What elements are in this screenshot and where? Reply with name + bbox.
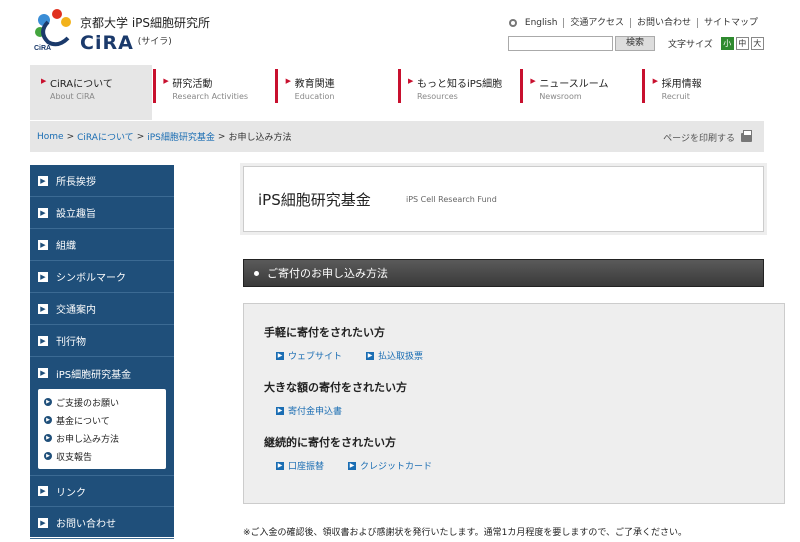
- sidebar-item-contact[interactable]: ▶ お問い合わせ: [30, 507, 174, 539]
- group-title-large: 大きな額の寄付をされたい方: [264, 381, 407, 394]
- sidebar: ▶ 所長挨拶 ▶ 設立趣旨 ▶ 組織 ▶ シンボルマーク ▶ 交通案内 ▶ 刊行物 ▶ iPS…: [30, 165, 174, 539]
- org-name-en: CiRA (サイラ): [80, 32, 172, 54]
- main-nav: ▶ CiRAについて About CiRA ▶ 研究活動 Research Activi…: [30, 65, 764, 120]
- link-website[interactable]: ▶ ウェブサイト: [276, 349, 342, 362]
- breadcrumb: Home > CiRAについて > iPS細胞研究基金 > お申し込み方法 ペー…: [30, 121, 764, 152]
- page-title: iPS細胞研究基金: [258, 191, 371, 209]
- contact-link[interactable]: お問い合わせ: [629, 18, 697, 28]
- sidebar-submenu: ▶ ご支援のお願い ▶ 基金について ▶ お申し込み方法 ▶ 収支報告: [38, 389, 166, 469]
- sidebar-subitem-support[interactable]: ▶ ご支援のお願い: [44, 393, 166, 411]
- utility-nav: English 交通アクセス お問い合わせ サイトマップ: [503, 18, 764, 28]
- print-page-button[interactable]: ページを印刷する: [663, 130, 752, 144]
- group-title-easy: 手軽に寄付をされたい方: [264, 326, 385, 339]
- group-links-easy: ▶ ウェブサイト ▶ 払込取扱票: [276, 349, 447, 362]
- arrow-right-icon: ▶: [38, 335, 48, 346]
- org-kana: (サイラ): [137, 37, 172, 47]
- breadcrumb-current: お申し込み方法: [228, 133, 292, 143]
- font-size-small-button[interactable]: 小: [720, 37, 734, 50]
- arrow-right-icon: ▶: [163, 77, 169, 85]
- arrow-right-icon: ▶: [44, 416, 52, 424]
- nav-about[interactable]: ▶ CiRAについて About CiRA: [30, 65, 156, 120]
- receipt-note: ※ご入金の確認後、領収書および感謝状を発行いたします。通常1カ月程度を要しますの…: [243, 528, 688, 538]
- group-links-continuous: ▶ 口座振替 ▶ クレジットカード: [276, 459, 456, 472]
- breadcrumb-about[interactable]: CiRAについて: [77, 130, 134, 143]
- group-title-continuous: 継続的に寄付をされたい方: [264, 436, 396, 449]
- arrow-right-icon: ▶: [276, 461, 284, 470]
- breadcrumb-home[interactable]: Home: [37, 132, 64, 142]
- arrow-right-icon: ▶: [38, 271, 48, 282]
- sidebar-subitem-report[interactable]: ▶ 収支報告: [44, 447, 166, 465]
- org-name-jp: 京都大学 iPS細胞研究所: [80, 16, 211, 30]
- sidebar-item-access[interactable]: ▶ 交通案内: [30, 293, 174, 325]
- arrow-right-icon: ▶: [38, 368, 48, 378]
- sidebar-item-purpose[interactable]: ▶ 設立趣旨: [30, 197, 174, 229]
- font-size-medium-button[interactable]: 中: [735, 37, 749, 50]
- arrow-right-icon: ▶: [38, 207, 48, 218]
- font-size-switcher: 文字サイズ 小 中 大: [668, 37, 764, 50]
- nav-newsroom[interactable]: ▶ ニュースルーム Newsroom: [519, 65, 646, 120]
- group-links-large: ▶ 寄付金申込書: [276, 404, 366, 417]
- nav-education[interactable]: ▶ 教育関連 Education: [275, 65, 401, 120]
- arrow-right-icon: ▶: [41, 77, 47, 85]
- sidebar-subitem-about-fund[interactable]: ▶ 基金について: [44, 411, 166, 429]
- english-link[interactable]: English: [503, 18, 564, 28]
- arrow-right-icon: ▶: [652, 77, 659, 85]
- arrow-right-icon: ▶: [38, 517, 48, 528]
- globe-icon: [508, 19, 517, 27]
- arrow-right-icon: ▶: [38, 486, 48, 496]
- section-header: ご寄付のお申し込み方法: [243, 259, 764, 287]
- sidebar-item-greeting[interactable]: ▶ 所長挨拶: [30, 165, 174, 197]
- sidebar-item-symbol[interactable]: ▶ シンボルマーク: [30, 261, 174, 293]
- arrow-right-icon: ▶: [38, 175, 48, 186]
- arrow-right-icon: ▶: [44, 452, 52, 460]
- access-link[interactable]: 交通アクセス: [563, 18, 630, 28]
- arrow-right-icon: ▶: [348, 461, 357, 470]
- search-button[interactable]: 検索: [615, 36, 655, 51]
- arrow-right-icon: ▶: [407, 77, 414, 85]
- arrow-right-icon: ▶: [530, 77, 536, 85]
- font-size-large-button[interactable]: 大: [750, 37, 764, 50]
- nav-resources[interactable]: ▶ もっと知るiPS細胞 Resources: [397, 65, 523, 120]
- search-input[interactable]: [508, 36, 613, 51]
- sidebar-item-fund[interactable]: ▶ iPS細胞研究基金: [30, 357, 174, 389]
- bullet-icon: [254, 270, 259, 276]
- link-credit-card[interactable]: ▶ クレジットカード: [348, 459, 432, 472]
- arrow-right-icon: ▶: [366, 351, 375, 360]
- page-title-en: iPS Cell Research Fund: [406, 195, 497, 204]
- sitemap-link[interactable]: サイトマップ: [696, 18, 764, 28]
- sidebar-item-publications[interactable]: ▶ 刊行物: [30, 325, 174, 357]
- link-payment-slip[interactable]: ▶ 払込取扱票: [366, 349, 423, 362]
- font-size-label: 文字サイズ: [668, 40, 713, 50]
- arrow-right-icon: ▶: [38, 303, 48, 314]
- sidebar-subitem-apply[interactable]: ▶ お申し込み方法: [44, 429, 166, 447]
- link-application-form[interactable]: ▶ 寄付金申込書: [276, 404, 342, 417]
- printer-icon: [741, 130, 752, 142]
- arrow-right-icon: ▶: [44, 434, 52, 442]
- nav-recruit[interactable]: ▶ 採用情報 Recruit: [642, 65, 764, 120]
- arrow-right-icon: ▶: [285, 77, 292, 85]
- sidebar-item-links[interactable]: ▶ リンク: [30, 475, 174, 507]
- donation-methods-box: 手軽に寄付をされたい方 ▶ ウェブサイト ▶ 払込取扱票 大きな額の寄付をされたい方…: [243, 303, 785, 504]
- arrow-right-icon: ▶: [276, 406, 284, 415]
- nav-research[interactable]: ▶ 研究活動 Research Activities: [152, 65, 279, 120]
- breadcrumb-fund[interactable]: iPS細胞研究基金: [147, 130, 215, 143]
- arrow-right-icon: ▶: [44, 398, 52, 406]
- link-bank-transfer[interactable]: ▶ 口座振替: [276, 459, 324, 472]
- logo-mark-text: CiRA: [34, 45, 51, 52]
- page-title-box: iPS細胞研究基金 iPS Cell Research Fund: [243, 166, 764, 232]
- arrow-right-icon: ▶: [276, 351, 284, 360]
- cira-logo-icon[interactable]: CiRA: [30, 8, 80, 52]
- arrow-right-icon: ▶: [38, 239, 48, 250]
- sidebar-item-organization[interactable]: ▶ 組織: [30, 229, 174, 261]
